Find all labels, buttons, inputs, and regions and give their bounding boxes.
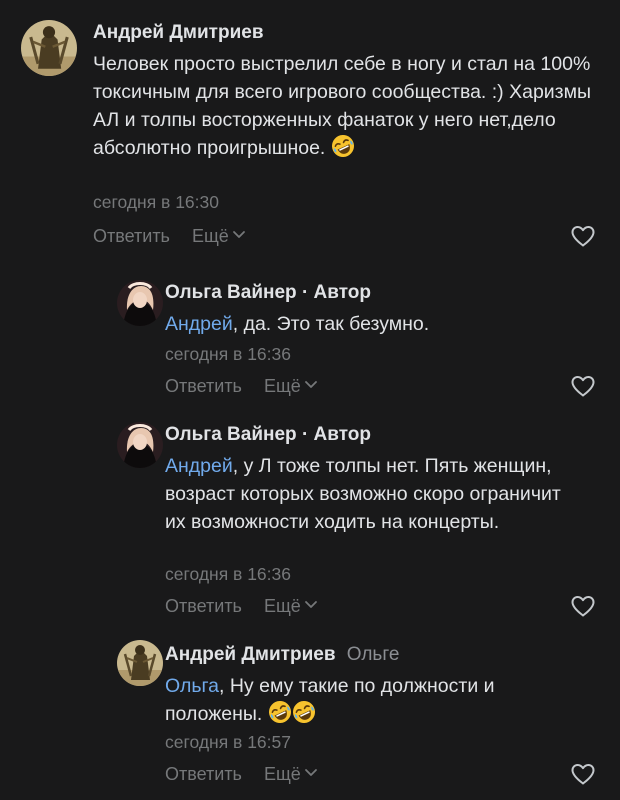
- comment-actions: Ответить Ещё: [93, 226, 246, 247]
- author-name[interactable]: Андрей Дмитриев: [165, 644, 336, 665]
- like-heart-icon[interactable]: [570, 374, 596, 398]
- comment-text: Андрей, у Л тоже толпы нет. Пять женщин,…: [165, 452, 565, 536]
- reply-to-label[interactable]: Ольге: [347, 644, 400, 665]
- more-button[interactable]: Ещё: [264, 764, 318, 784]
- comment-timestamp[interactable]: сегодня в 16:36: [165, 344, 291, 365]
- author-badge: · Автор: [301, 282, 371, 303]
- chevron-down-icon: [304, 768, 318, 778]
- more-button[interactable]: Ещё: [264, 596, 318, 616]
- comment-body: , да. Это так безумно.: [232, 313, 430, 335]
- more-label: Ещё: [263, 764, 301, 784]
- comment-author[interactable]: Ольга Вайнер · Автор: [165, 282, 371, 304]
- comment-timestamp[interactable]: сегодня в 16:30: [93, 192, 219, 213]
- author-badge: · Автор: [301, 424, 371, 445]
- rolling-on-floor-laughing-emoji: [331, 134, 355, 158]
- rolling-on-floor-laughing-emoji: [268, 700, 292, 724]
- reply-button[interactable]: Ответить: [165, 376, 242, 396]
- comment-actions: Ответить Ещё: [165, 376, 318, 397]
- reply-button[interactable]: Ответить: [165, 764, 242, 784]
- more-label: Ещё: [191, 226, 229, 246]
- comment-author[interactable]: Ольга Вайнер · Автор: [165, 424, 371, 446]
- like-heart-icon[interactable]: [570, 594, 596, 618]
- comment-text: Ольга, Ну ему такие по должности и полож…: [165, 672, 565, 728]
- reply-button[interactable]: Ответить: [93, 226, 170, 246]
- reply-button[interactable]: Ответить: [165, 596, 242, 616]
- more-button[interactable]: Ещё: [264, 376, 318, 396]
- avatar[interactable]: [21, 20, 77, 76]
- avatar[interactable]: [117, 422, 163, 468]
- mention-link[interactable]: Ольга: [165, 675, 219, 697]
- comment-author[interactable]: Андрей Дмитриев: [93, 22, 264, 44]
- comment-actions: Ответить Ещё: [165, 596, 318, 617]
- like-heart-icon[interactable]: [570, 224, 596, 248]
- rolling-on-floor-laughing-emoji: [292, 700, 316, 724]
- author-name[interactable]: Ольга Вайнер: [165, 424, 297, 445]
- author-name[interactable]: Ольга Вайнер: [165, 282, 297, 303]
- comment-timestamp[interactable]: сегодня в 16:36: [165, 564, 291, 585]
- more-button[interactable]: Ещё: [192, 226, 246, 246]
- more-label: Ещё: [263, 376, 301, 396]
- more-label: Ещё: [263, 596, 301, 616]
- comment: Андрей Дмитриев Человек просто выстрелил…: [0, 0, 620, 260]
- comment-text: Андрей, да. Это так безумно.: [165, 310, 605, 338]
- avatar[interactable]: [117, 280, 163, 326]
- comment-author[interactable]: Андрей Дмитриев Ольге: [165, 644, 399, 666]
- chevron-down-icon: [304, 380, 318, 390]
- chevron-down-icon: [232, 230, 246, 240]
- avatar[interactable]: [117, 640, 163, 686]
- comment-timestamp[interactable]: сегодня в 16:57: [165, 732, 291, 753]
- comment-text: Человек просто выстрелил себе в ногу и с…: [93, 50, 593, 162]
- comment-actions: Ответить Ещё: [165, 764, 318, 785]
- author-name[interactable]: Андрей Дмитриев: [93, 22, 264, 43]
- comment-reply: Ольга Вайнер · Автор Андрей, у Л тоже то…: [0, 412, 620, 622]
- comment-reply: Андрей Дмитриев Ольге Ольга, Ну ему таки…: [0, 634, 620, 800]
- mention-link[interactable]: Андрей: [165, 455, 233, 477]
- comment-reply: Ольга Вайнер · Автор Андрей, да. Это так…: [0, 270, 620, 400]
- chevron-down-icon: [304, 600, 318, 610]
- like-heart-icon[interactable]: [570, 762, 596, 786]
- mention-link[interactable]: Андрей: [165, 313, 233, 335]
